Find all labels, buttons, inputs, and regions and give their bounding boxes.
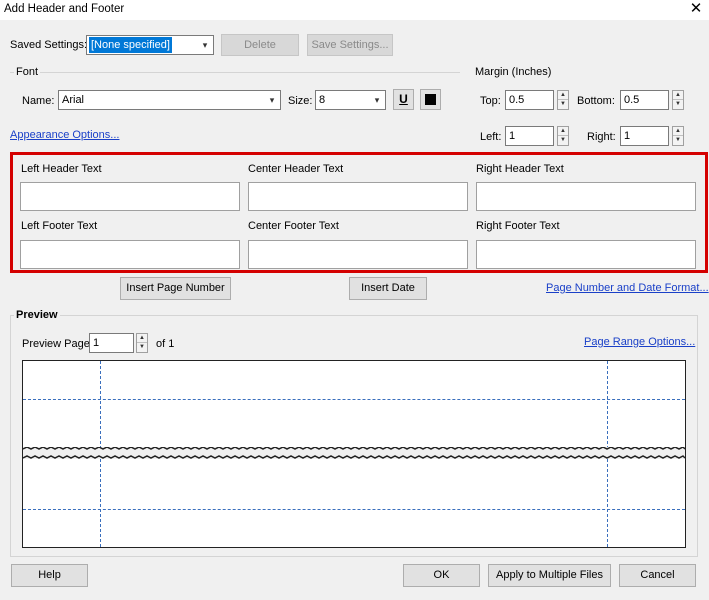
spin-up-icon[interactable]: ▲: [673, 91, 683, 100]
margin-group-label: Margin (Inches): [473, 66, 554, 78]
preview-page-count: of 1: [156, 338, 175, 350]
margin-left-input[interactable]: [505, 126, 554, 146]
left-header-textbox[interactable]: [20, 182, 240, 211]
apply-multiple-files-button[interactable]: Apply to Multiple Files: [488, 564, 611, 587]
chevron-down-icon: ▾: [202, 40, 208, 50]
font-name-value: Arial: [62, 94, 85, 106]
right-margin-guide: [607, 361, 608, 449]
left-margin-guide: [100, 361, 101, 449]
right-footer-label: Right Footer Text: [476, 220, 560, 232]
save-settings-button[interactable]: Save Settings...: [307, 34, 393, 56]
preview-page-label: Preview Page: [22, 338, 90, 350]
spin-up-icon[interactable]: ▲: [558, 91, 568, 100]
saved-settings-label: Saved Settings:: [10, 39, 88, 51]
font-name-label: Name:: [22, 95, 55, 107]
spin-up-icon[interactable]: ▲: [558, 127, 568, 136]
font-group-label: Font: [14, 66, 41, 78]
page-range-options-link[interactable]: Page Range Options...: [584, 336, 695, 348]
center-header-textbox[interactable]: [248, 182, 468, 211]
margin-top-label: Top:: [480, 95, 501, 107]
ok-button[interactable]: OK: [403, 564, 480, 587]
insert-date-button[interactable]: Insert Date: [349, 277, 427, 300]
chevron-down-icon: ▾: [269, 95, 275, 105]
spin-down-icon[interactable]: ▼: [673, 100, 683, 109]
page-break-tear: [23, 447, 685, 459]
font-size-dropdown[interactable]: 8 ▾: [315, 90, 386, 110]
color-swatch-icon: [425, 94, 436, 105]
close-icon[interactable]: ✕: [688, 0, 704, 18]
preview-page-spinner[interactable]: ▲ ▼: [136, 333, 148, 353]
top-margin-guide: [23, 399, 685, 400]
margin-right-label: Right:: [587, 131, 616, 143]
right-header-textbox[interactable]: [476, 182, 696, 211]
page-preview: [22, 360, 686, 548]
center-footer-textbox[interactable]: [248, 240, 468, 269]
delete-button[interactable]: Delete: [221, 34, 299, 56]
left-footer-textbox[interactable]: [20, 240, 240, 269]
saved-settings-dropdown[interactable]: [None specified] ▾: [86, 35, 214, 55]
font-name-dropdown[interactable]: Arial ▾: [58, 90, 281, 110]
appearance-options-link[interactable]: Appearance Options...: [10, 129, 119, 141]
page-number-date-format-link[interactable]: Page Number and Date Format...: [546, 282, 709, 294]
right-header-label: Right Header Text: [476, 163, 564, 175]
font-size-value: 8: [319, 94, 326, 106]
spin-down-icon[interactable]: ▼: [558, 136, 568, 145]
window-title: Add Header and Footer: [4, 3, 125, 15]
margin-bottom-label: Bottom:: [577, 95, 615, 107]
cancel-button[interactable]: Cancel: [619, 564, 696, 587]
left-footer-label: Left Footer Text: [21, 220, 98, 232]
spin-down-icon[interactable]: ▼: [137, 343, 147, 352]
margin-right-spinner[interactable]: ▲ ▼: [672, 126, 684, 146]
margin-top-spinner[interactable]: ▲ ▼: [557, 90, 569, 110]
spin-up-icon[interactable]: ▲: [673, 127, 683, 136]
right-margin-guide: [607, 459, 608, 547]
margin-right-input[interactable]: [620, 126, 669, 146]
spin-down-icon[interactable]: ▼: [558, 100, 568, 109]
saved-settings-value: [None specified]: [89, 37, 172, 53]
font-color-button[interactable]: [420, 89, 441, 110]
font-size-label: Size:: [288, 95, 313, 107]
left-header-label: Left Header Text: [21, 163, 102, 175]
margin-top-input[interactable]: [505, 90, 554, 110]
torn-edge-icon: [23, 447, 685, 459]
center-header-label: Center Header Text: [248, 163, 344, 175]
spin-up-icon[interactable]: ▲: [137, 334, 147, 343]
insert-page-number-button[interactable]: Insert Page Number: [120, 277, 231, 300]
margin-bottom-input[interactable]: [620, 90, 669, 110]
margin-bottom-spinner[interactable]: ▲ ▼: [672, 90, 684, 110]
bottom-margin-guide: [23, 509, 685, 510]
preview-group-label: Preview: [14, 309, 60, 321]
preview-page-input[interactable]: [89, 333, 134, 353]
left-margin-guide: [100, 459, 101, 547]
spin-down-icon[interactable]: ▼: [673, 136, 683, 145]
center-footer-label: Center Footer Text: [248, 220, 339, 232]
underline-button[interactable]: U: [393, 89, 414, 110]
right-footer-textbox[interactable]: [476, 240, 696, 269]
margin-left-label: Left:: [480, 131, 502, 143]
margin-left-spinner[interactable]: ▲ ▼: [557, 126, 569, 146]
help-button[interactable]: Help: [11, 564, 88, 587]
chevron-down-icon: ▾: [374, 95, 380, 105]
